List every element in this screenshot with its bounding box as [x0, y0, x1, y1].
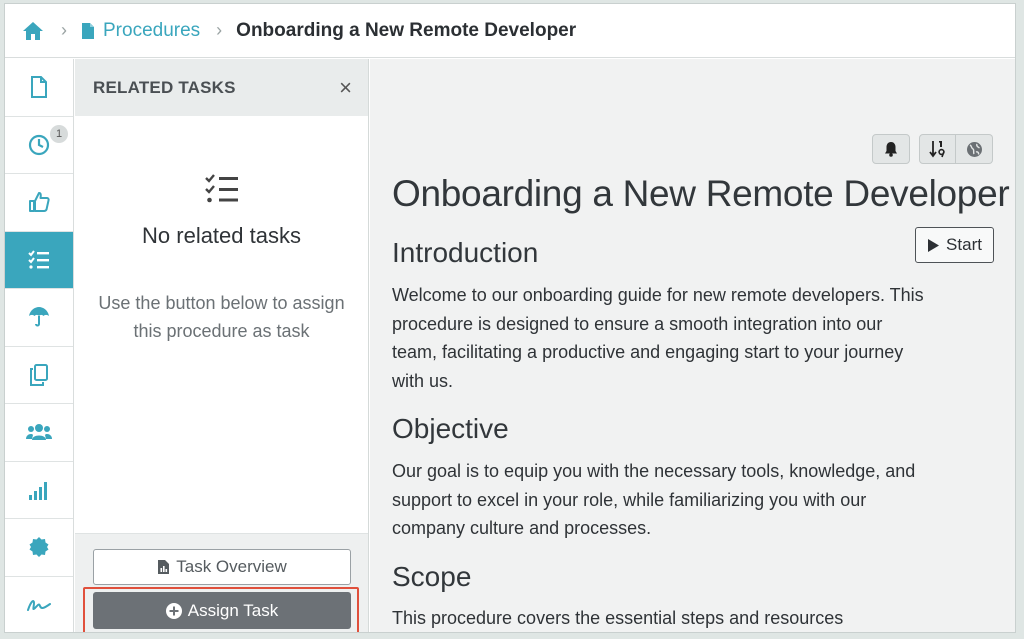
breadcrumb-separator: › [61, 20, 67, 40]
play-icon [927, 238, 940, 253]
users-icon [26, 424, 52, 441]
sidebar-item-approval[interactable] [5, 174, 73, 232]
home-icon[interactable] [21, 20, 45, 42]
sort-button[interactable] [919, 134, 956, 164]
sidebar-item-copies[interactable] [5, 347, 73, 404]
close-icon[interactable]: × [339, 76, 352, 99]
sidebar-item-signature[interactable] [5, 577, 73, 633]
empty-state: No related tasks Use the button below to… [75, 116, 368, 345]
bell-icon [885, 142, 897, 157]
sidebar-item-certification[interactable] [5, 519, 73, 577]
section-heading-scope: Scope [392, 561, 472, 592]
breadcrumb-procedures-link[interactable]: Procedures [81, 20, 200, 42]
sidebar-item-users[interactable] [5, 404, 73, 462]
breadcrumb: › Procedures › Onboarding a New Remote D… [5, 4, 1015, 58]
section-text-introduction: Welcome to our onboarding guide for new … [392, 285, 924, 391]
section-heading-objective: Objective [392, 413, 509, 444]
sidebar-item-statistics[interactable] [5, 462, 73, 519]
empty-state-title: No related tasks [142, 223, 301, 248]
content-toolbar [872, 134, 993, 164]
page-title: Onboarding a New Remote Developer [392, 173, 1010, 214]
history-count-badge: 1 [50, 124, 68, 143]
view-toggle-group [919, 134, 993, 164]
procedure-content: Onboarding a New Remote Developer Start … [370, 59, 1015, 632]
report-icon [157, 559, 170, 575]
globe-icon [966, 141, 982, 157]
signal-bars-icon [29, 481, 47, 500]
breadcrumb-procedures-label: Procedures [103, 19, 201, 41]
clock-icon [28, 134, 50, 155]
task-overview-label: Task Overview [176, 557, 287, 576]
assign-task-label: Assign Task [187, 600, 279, 620]
task-overview-button[interactable]: Task Overview [93, 549, 351, 585]
sidebar-item-document[interactable] [5, 59, 73, 117]
thumbs-up-icon [29, 192, 50, 213]
document-icon [31, 76, 47, 99]
sort-numeric-icon [928, 141, 945, 158]
task-list-icon [204, 174, 239, 209]
breadcrumb-separator: › [216, 20, 223, 40]
panel-header: RELATED TASKS × [75, 59, 368, 116]
panel-footer: Task Overview Assign Task [75, 533, 368, 632]
sidebar-item-history[interactable]: 1 [5, 117, 73, 174]
start-button[interactable]: Start [915, 227, 994, 263]
empty-state-text: Use the button below to assign this proc… [98, 293, 345, 341]
breadcrumb-current: Onboarding a New Remote Developer [236, 19, 577, 41]
related-tasks-panel: RELATED TASKS × No related tasks Use the… [75, 59, 369, 632]
sidebar-item-risk[interactable] [5, 289, 73, 347]
notification-button[interactable] [872, 134, 910, 164]
plus-circle-icon [165, 602, 182, 619]
badge-seal-icon [29, 537, 49, 558]
start-label: Start [946, 235, 982, 254]
section-text-scope: This procedure covers the essential step… [392, 608, 844, 628]
section-heading-introduction: Introduction [392, 237, 539, 268]
signature-icon [27, 599, 51, 611]
sidebar-item-tasks[interactable] [5, 231, 73, 289]
copy-icon [30, 363, 48, 386]
panel-title: RELATED TASKS [93, 77, 236, 97]
umbrella-icon [29, 307, 49, 327]
section-text-objective: Our goal is to equip you with the necess… [392, 461, 916, 538]
icon-sidebar: 1 [5, 59, 74, 633]
document-icon [82, 22, 94, 39]
language-button[interactable] [956, 134, 993, 164]
task-list-icon [28, 250, 49, 269]
app-window: › Procedures › Onboarding a New Remote D… [4, 3, 1016, 633]
assign-task-button[interactable]: Assign Task [93, 592, 351, 629]
